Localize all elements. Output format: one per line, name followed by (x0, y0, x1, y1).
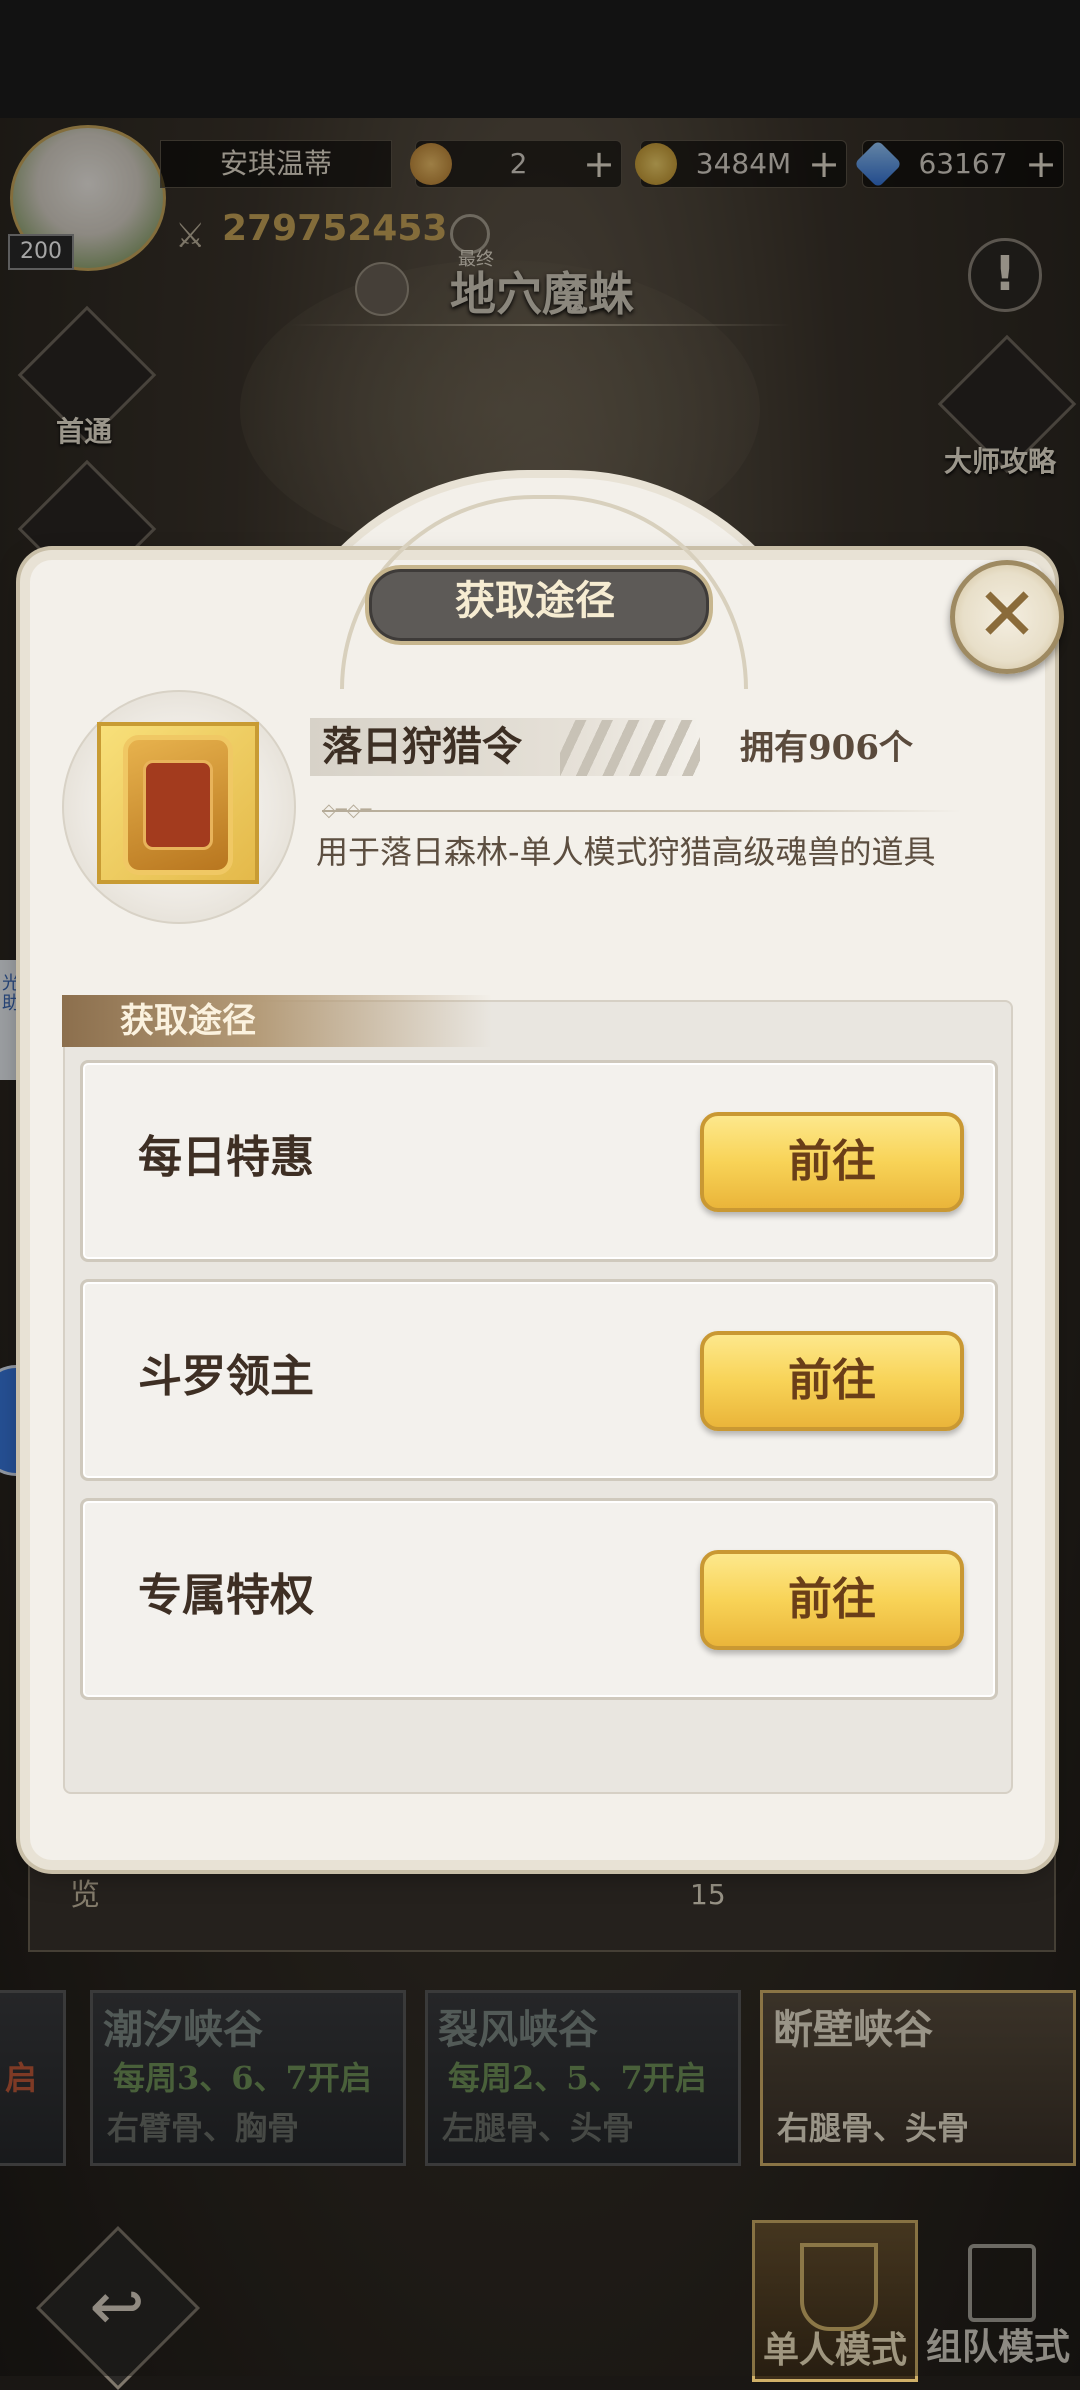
token-emblem (143, 760, 213, 850)
source-label: 斗罗领主 (138, 1351, 314, 1402)
go-button-label: 前往 (788, 1136, 876, 1187)
go-button-exclusive-privilege[interactable]: 前往 (700, 1550, 964, 1650)
go-button-douluo-lord[interactable]: 前往 (700, 1331, 964, 1431)
owned-count: 拥有906个 (740, 728, 913, 768)
dialog-title: 获取途径 (455, 577, 615, 624)
item-name-stripes (560, 720, 700, 776)
go-button-label: 前往 (788, 1355, 876, 1406)
source-label: 专属特权 (138, 1570, 314, 1621)
go-button-daily-deal[interactable]: 前往 (700, 1112, 964, 1212)
source-header: 获取途径 (120, 1001, 256, 1041)
item-name: 落日狩猎令 (322, 723, 522, 770)
close-icon[interactable]: ✕ (950, 560, 1064, 674)
item-divider (322, 810, 962, 812)
source-label: 每日特惠 (138, 1132, 314, 1183)
item-description: 用于落日森林-单人模式狩猎高级魂兽的道具 (316, 833, 936, 871)
status-bar (0, 0, 1080, 118)
go-button-label: 前往 (788, 1574, 876, 1625)
